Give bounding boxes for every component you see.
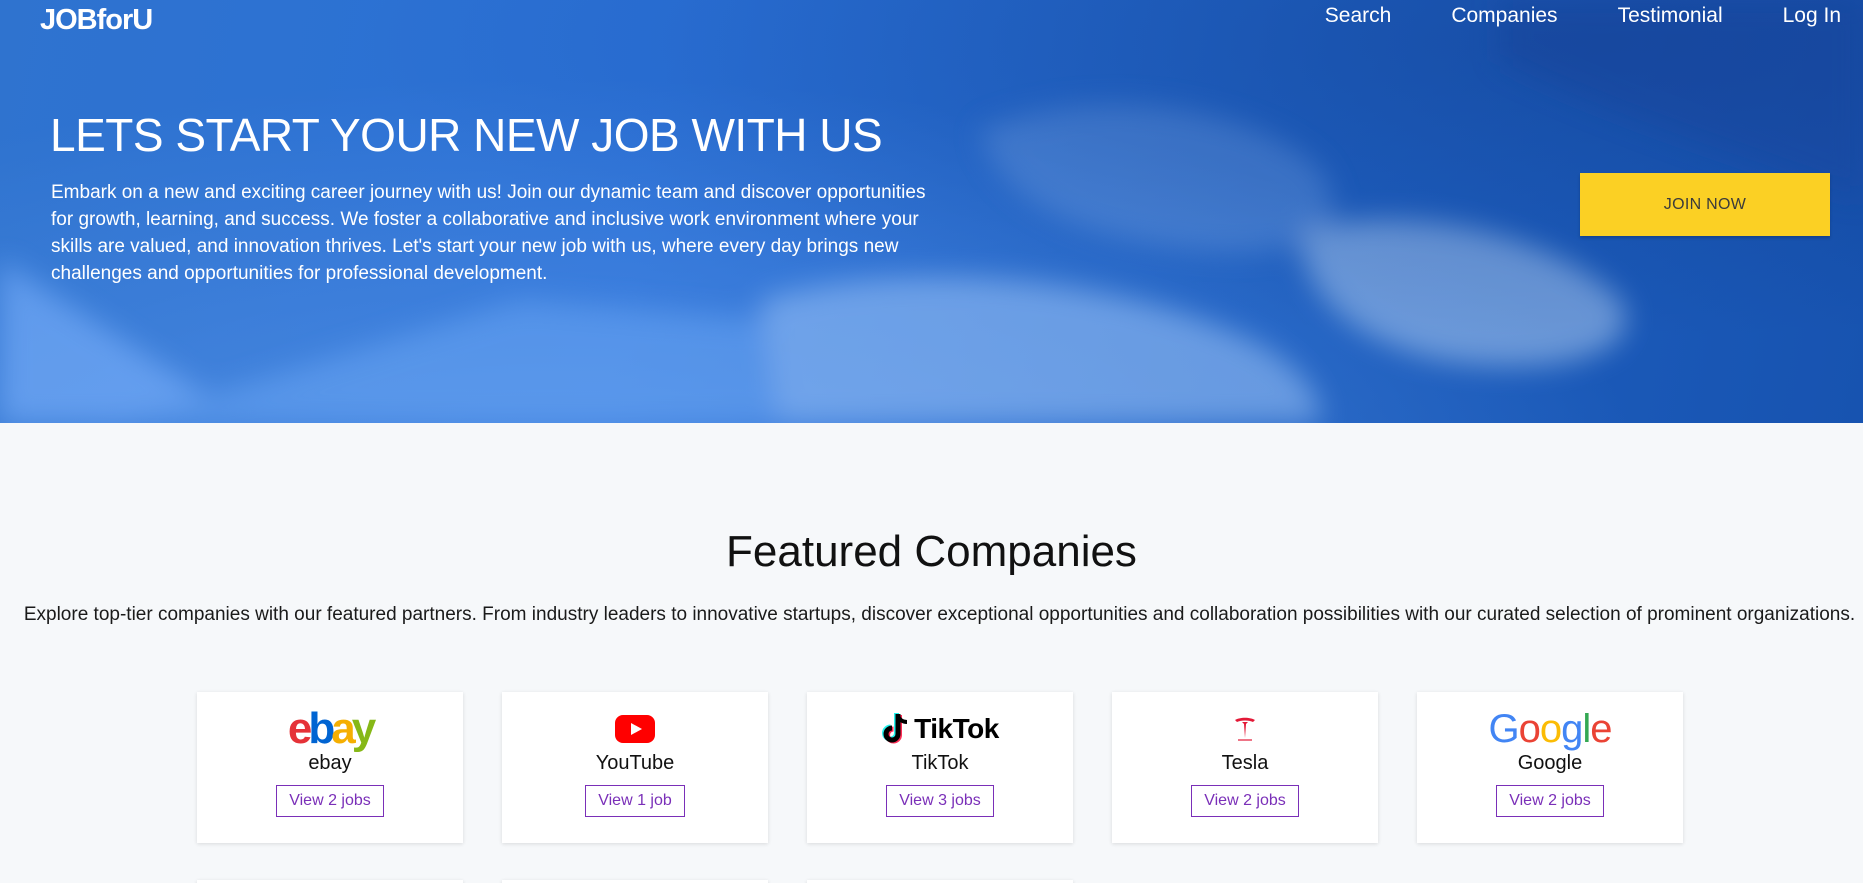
main-nav: Search Companies Testimonial Log In [1325,4,1841,28]
company-name: YouTube [595,752,675,774]
hero-title: LETS START YOUR NEW JOB WITH US [50,109,883,161]
hero-description: Embark on a new and exciting career jour… [51,182,926,284]
join-now-button[interactable]: JOIN NOW [1580,173,1830,236]
view-jobs-button[interactable]: View 3 jobs [886,785,994,817]
tiktok-logo: TikTok [881,710,999,748]
view-jobs-button[interactable]: View 2 jobs [1496,785,1604,817]
nav-login[interactable]: Log In [1783,4,1841,28]
youtube-logo [615,710,655,748]
featured-companies-title: Featured Companies [726,527,1137,576]
company-name: TikTok [911,752,969,774]
tiktok-wordmark: TikTok [914,713,999,744]
company-card-google: Google Google View 2 jobs [1417,692,1683,843]
tiktok-note-icon [882,713,908,744]
nav-testimonial[interactable]: Testimonial [1618,4,1723,28]
company-cards: ebay ebay View 2 jobs YouTube View 1 job… [197,692,1683,843]
view-jobs-button[interactable]: View 2 jobs [1191,785,1299,817]
ebay-logo: ebay [287,704,376,753]
view-jobs-button[interactable]: View 1 job [585,785,685,817]
hero-section: JOBforU Search Companies Testimonial Log… [0,0,1863,423]
site-logo[interactable]: JOBforU [40,4,153,37]
company-card-youtube: YouTube View 1 job [502,692,768,843]
company-card-tesla: Tesla View 2 jobs [1112,692,1378,843]
company-name: Tesla [1221,752,1269,774]
tesla-logo [1234,710,1256,748]
view-jobs-button[interactable]: View 2 jobs [276,785,384,817]
company-name: Google [1517,752,1583,774]
google-logo: Google [1488,707,1612,751]
nav-companies[interactable]: Companies [1451,4,1557,28]
company-name: ebay [308,752,352,774]
company-card-tiktok: TikTok TikTok View 3 jobs [807,692,1073,843]
company-card-ebay: ebay ebay View 2 jobs [197,692,463,843]
featured-companies-description: Explore top-tier companies with our feat… [23,604,1856,625]
nav-search[interactable]: Search [1325,4,1392,28]
